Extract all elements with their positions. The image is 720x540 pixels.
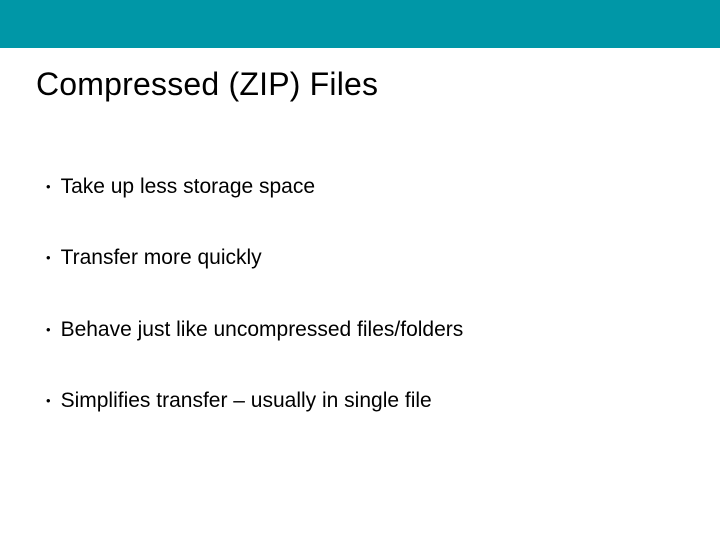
bullet-icon: • — [46, 323, 51, 336]
bullet-text: Transfer more quickly — [61, 244, 262, 271]
list-item: • Behave just like uncompressed files/fo… — [46, 316, 720, 343]
bullet-icon: • — [46, 180, 51, 193]
header-accent-bar — [0, 0, 720, 48]
bullet-icon: • — [46, 251, 51, 264]
bullet-text: Simplifies transfer – usually in single … — [61, 387, 432, 414]
bullet-list: • Take up less storage space • Transfer … — [0, 173, 720, 414]
bullet-icon: • — [46, 394, 51, 407]
list-item: • Take up less storage space — [46, 173, 720, 200]
list-item: • Transfer more quickly — [46, 244, 720, 271]
bullet-text: Take up less storage space — [61, 173, 315, 200]
slide-title: Compressed (ZIP) Files — [36, 66, 720, 103]
list-item: • Simplifies transfer – usually in singl… — [46, 387, 720, 414]
bullet-text: Behave just like uncompressed files/fold… — [61, 316, 464, 343]
